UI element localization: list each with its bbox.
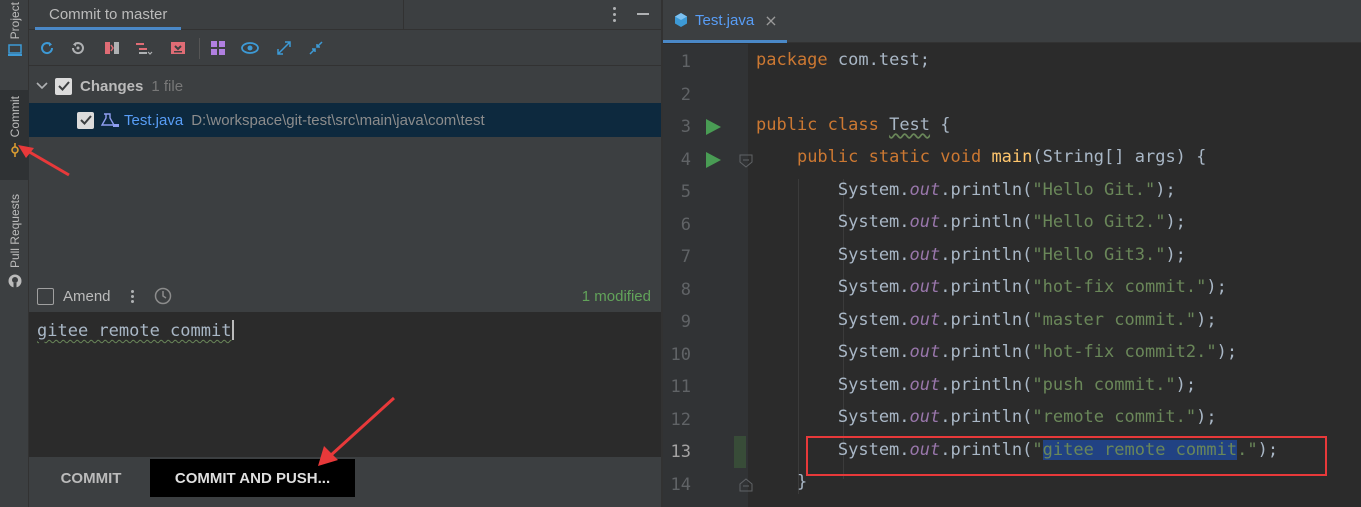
commit-button[interactable]: COMMIT (45, 459, 137, 497)
commit-panel: Commit to master Changes 1 file Test.jav… (29, 0, 661, 507)
line-number: 2 (680, 85, 691, 105)
layout-icon[interactable] (209, 38, 229, 58)
code-line: } (756, 472, 808, 492)
changes-tree: Changes 1 file Test.java D:\workspace\gi… (29, 67, 661, 282)
line-number-current: 13 (670, 442, 691, 462)
file-path: D:\workspace\git-test\src\main\java\com\… (191, 111, 485, 129)
commit-options-icon[interactable] (130, 289, 134, 303)
history-icon[interactable] (154, 287, 172, 305)
amend-checkbox[interactable] (37, 287, 54, 305)
run-icon[interactable] (704, 118, 722, 136)
commit-icon (8, 143, 22, 158)
commit-toolbar (29, 31, 661, 66)
changes-group-row[interactable]: Changes 1 file (29, 69, 661, 103)
more-options-icon[interactable] (609, 4, 619, 24)
rollback-icon[interactable] (68, 38, 88, 58)
commit-message-input[interactable]: gitee remote commit (29, 312, 661, 457)
tool-tab-commit-label: Commit (7, 96, 22, 138)
expand-icon[interactable] (274, 38, 294, 58)
diff-icon[interactable] (102, 38, 122, 58)
github-icon (8, 274, 22, 288)
line-number: 1 (680, 52, 691, 72)
toolbar-separator (199, 38, 200, 59)
eye-icon[interactable] (241, 38, 261, 58)
changes-count: 1 file (151, 77, 184, 95)
code-line: package com.test; (756, 50, 931, 70)
header-separator (403, 0, 404, 30)
fold-icon[interactable] (739, 477, 753, 492)
line-number: 3 (680, 117, 691, 137)
code-line: System.out.println("remote commit."); (756, 407, 1217, 427)
amend-bar: Amend 1 modified (29, 280, 661, 312)
commit-panel-header: Commit to master (29, 0, 661, 30)
tool-tab-project-label: Project (7, 2, 22, 40)
java-class-icon (673, 12, 689, 28)
code-line: System.out.println("hot-fix commit2."); (756, 342, 1238, 362)
run-icon[interactable] (704, 151, 722, 169)
code-editor: Test.java × 1 2 3 4 5 6 7 8 9 10 11 12 1… (663, 0, 1361, 507)
line-number: 6 (680, 215, 691, 235)
line-number: 9 (680, 312, 691, 332)
line-number: 8 (680, 280, 691, 300)
file-checkbox[interactable] (77, 111, 94, 129)
commit-and-push-button[interactable]: COMMIT AND PUSH... (150, 459, 355, 497)
changes-label: Changes (80, 77, 144, 95)
commit-panel-title[interactable]: Commit to master (35, 0, 182, 30)
code-line: System.out.println("Hello Git2."); (756, 212, 1186, 232)
code-line: System.out.println("push commit."); (756, 375, 1197, 395)
collapse-icon[interactable] (306, 38, 326, 58)
line-number: 7 (680, 247, 691, 267)
tool-tab-commit[interactable]: Commit (0, 90, 29, 180)
change-marker[interactable] (734, 436, 746, 468)
tool-window-strip: Project Commit Pull Requests (0, 0, 29, 507)
tool-tab-project[interactable]: Project (0, 2, 29, 76)
code-line: System.out.println("Hello Git."); (756, 180, 1176, 200)
shelve-icon[interactable] (168, 38, 188, 58)
minimize-icon[interactable] (637, 13, 649, 15)
project-icon (7, 43, 22, 57)
text-caret (232, 320, 235, 340)
commit-message-text: gitee remote commit (37, 321, 232, 341)
line-number: 11 (670, 377, 691, 397)
editor-tabs: Test.java × (663, 0, 1361, 43)
changed-file-row[interactable]: Test.java D:\workspace\git-test\src\main… (29, 103, 661, 137)
highlight-box (806, 436, 1327, 476)
editor-tab-label: Test.java (695, 11, 755, 29)
line-number: 12 (670, 410, 691, 430)
tool-tab-pull-requests[interactable]: Pull Requests (0, 194, 29, 304)
chevron-down-icon[interactable] (35, 79, 49, 93)
java-file-icon (100, 112, 120, 128)
code-line: System.out.println("master commit."); (756, 310, 1217, 330)
line-number: 4 (680, 150, 691, 170)
line-number: 5 (680, 182, 691, 202)
changes-checkbox[interactable] (55, 77, 72, 95)
fold-icon[interactable] (739, 153, 753, 168)
close-icon[interactable]: × (764, 11, 777, 30)
file-name: Test.java (124, 111, 184, 129)
refresh-icon[interactable] (37, 38, 57, 58)
line-number: 14 (670, 475, 691, 495)
tool-tab-pull-requests-label: Pull Requests (7, 194, 22, 269)
code-line: public static void main(String[] args) { (796, 147, 1207, 167)
commit-actions: COMMIT COMMIT AND PUSH... (29, 457, 661, 507)
line-number: 10 (670, 345, 691, 365)
amend-label[interactable]: Amend (63, 288, 111, 305)
editor-tab-test-java[interactable]: Test.java × (663, 0, 787, 43)
code-line: public class Test { (756, 115, 951, 135)
modified-status: 1 modified (581, 287, 651, 305)
group-icon[interactable] (134, 38, 154, 58)
code-line: System.out.println("hot-fix commit."); (756, 277, 1227, 297)
code-line: System.out.println("Hello Git3."); (756, 245, 1186, 265)
